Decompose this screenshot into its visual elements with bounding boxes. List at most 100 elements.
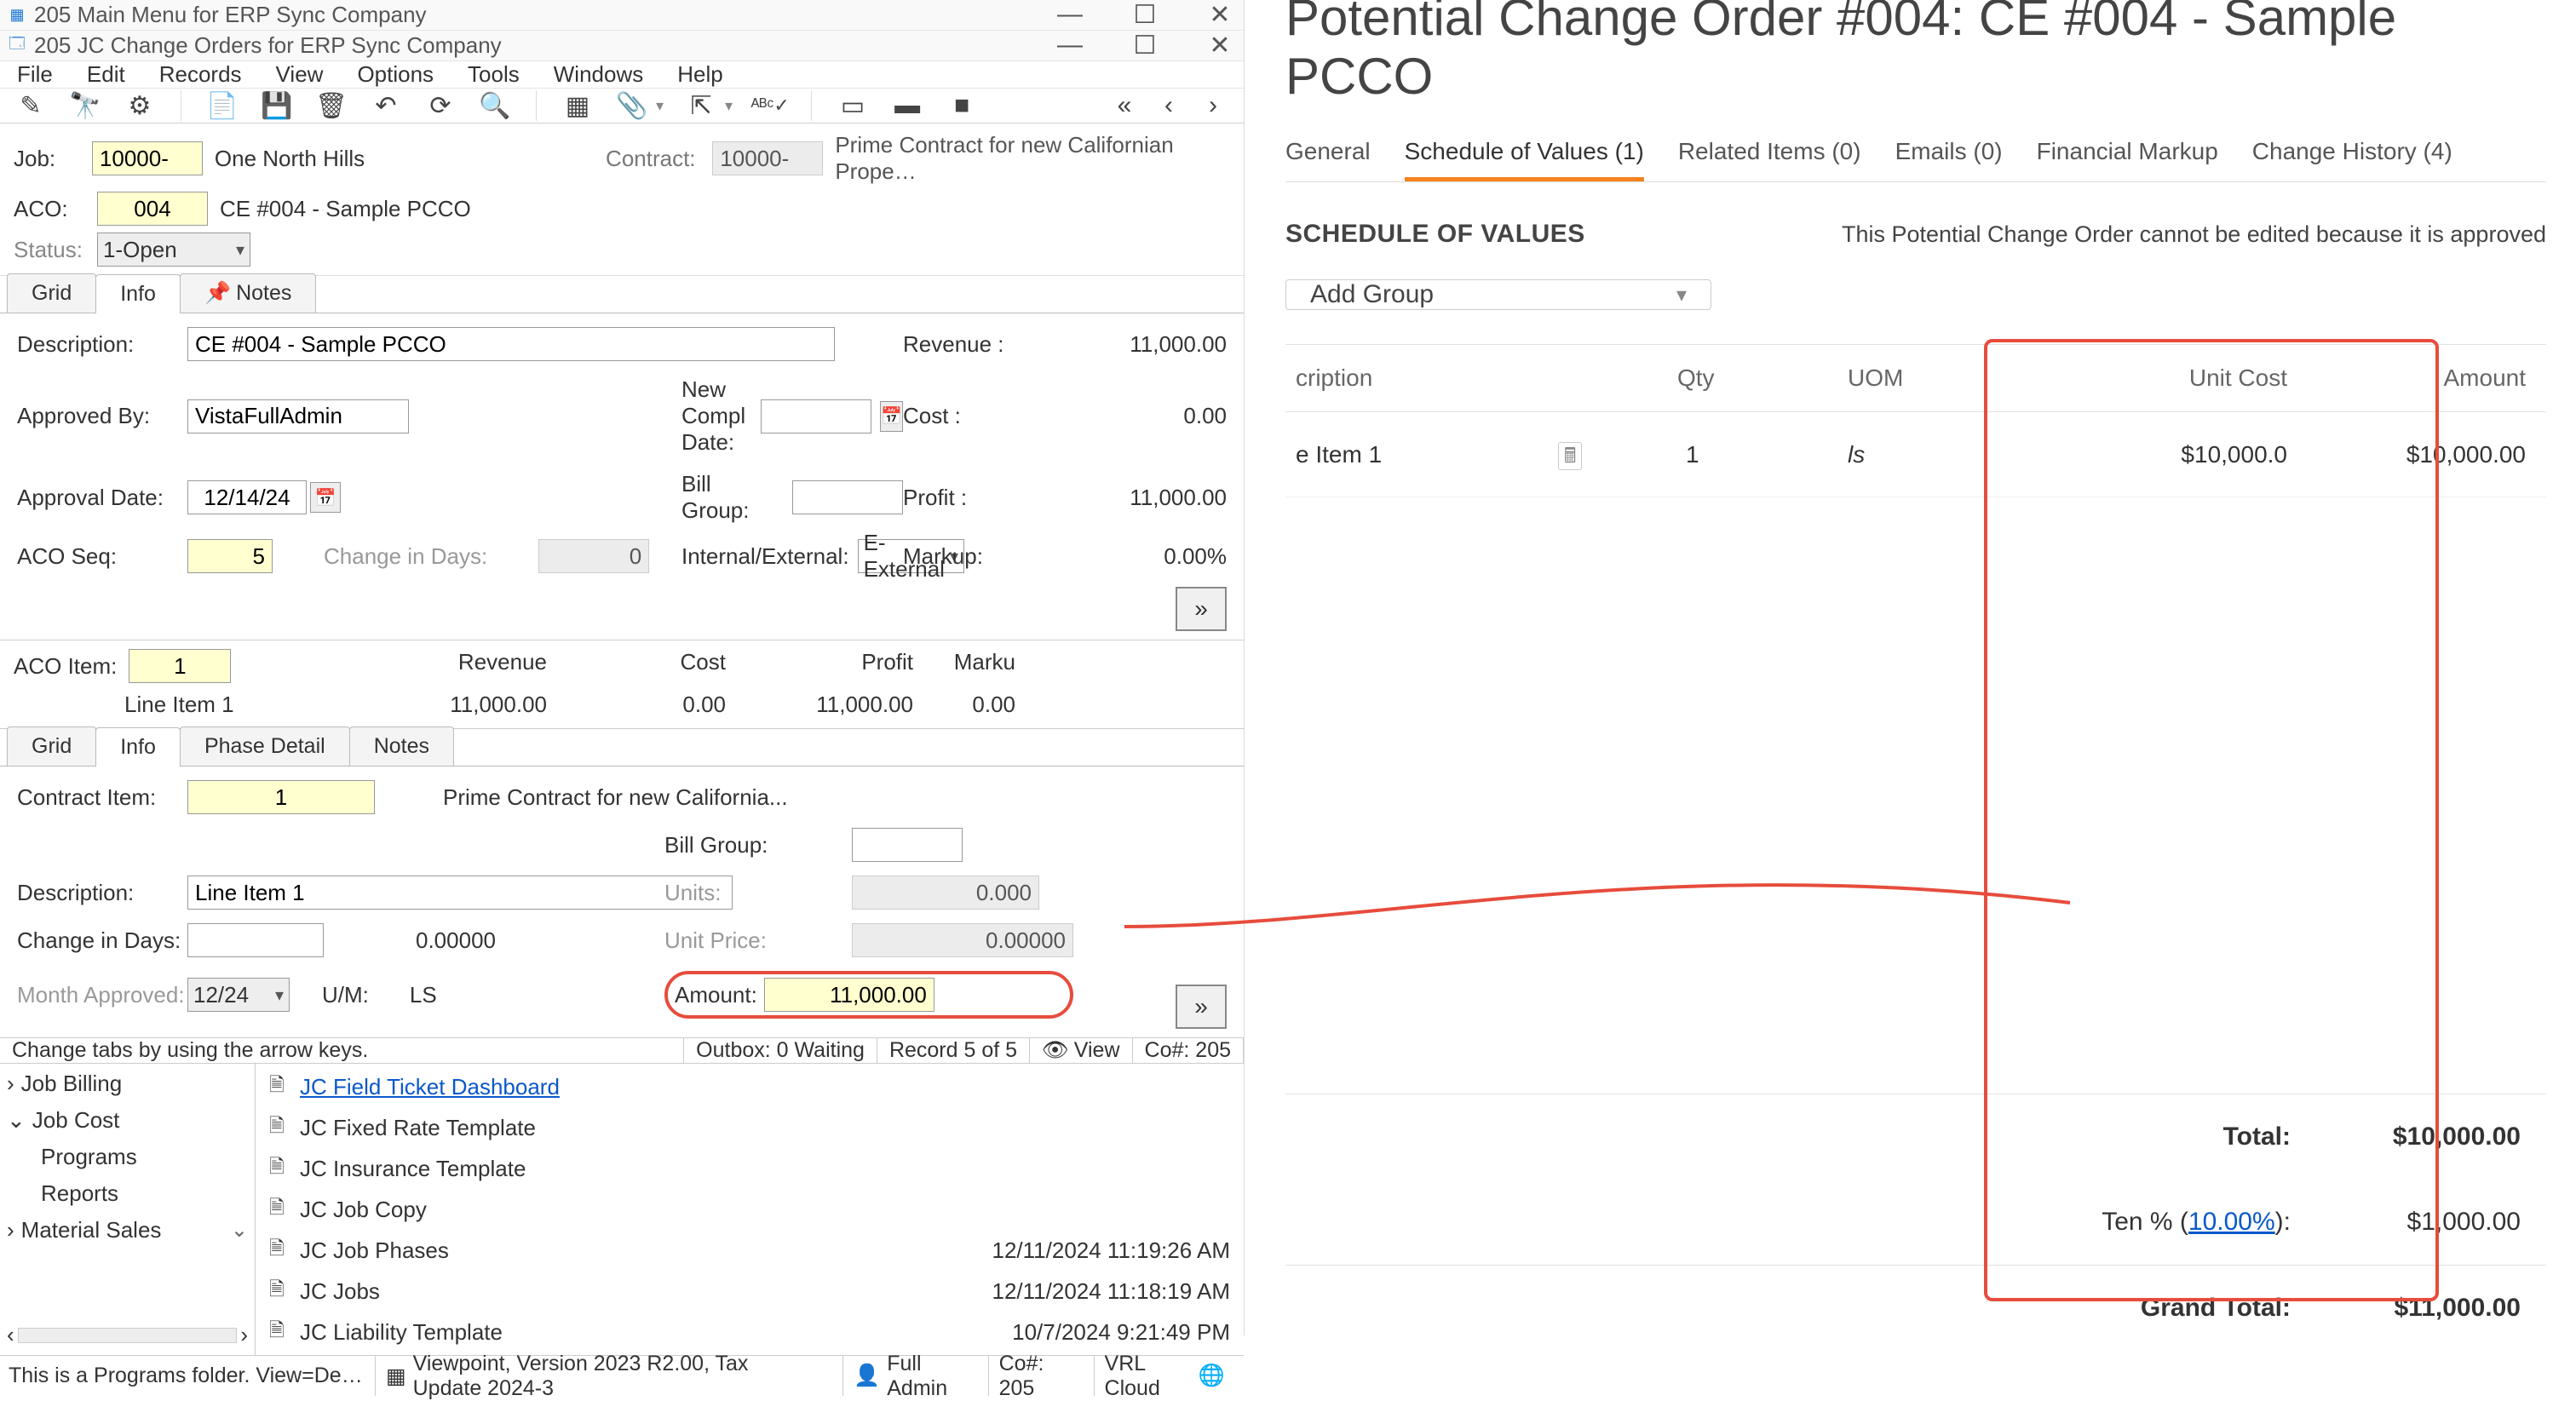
panel3-icon[interactable]: ■: [945, 89, 979, 123]
grid-icon[interactable]: ▦: [561, 89, 595, 123]
list-item[interactable]: 🗎JC Job Phases12/11/2024 11:19:26 AM: [269, 1234, 1230, 1266]
file-name: JC Jobs: [300, 1278, 380, 1305]
layout-drop-icon[interactable]: ▾: [725, 97, 733, 115]
new-icon[interactable]: 📄: [205, 89, 239, 123]
col-profit: Profit: [726, 649, 913, 683]
calendar-icon[interactable]: 📅: [880, 401, 903, 432]
attach-icon[interactable]: 📎: [615, 89, 649, 123]
sub-minimize-icon[interactable]: —: [1053, 31, 1087, 60]
attach-drop-icon[interactable]: ▾: [656, 97, 664, 115]
menu-view[interactable]: View: [276, 61, 324, 88]
sub-close-icon[interactable]: ✕: [1203, 31, 1237, 60]
spellcheck-icon[interactable]: ᴬᴮᶜ✓: [753, 89, 787, 123]
form-icon: 🗔: [7, 36, 27, 56]
tree-matsales[interactable]: ›Material Sales⌄: [7, 1217, 248, 1243]
appby-input[interactable]: [187, 399, 409, 434]
refresh-icon[interactable]: ⟳: [423, 89, 457, 123]
list-item[interactable]: 🗎JC Liability Template10/7/2024 9:21:49 …: [269, 1316, 1230, 1348]
list-item[interactable]: 🗎JC Job Copy: [269, 1193, 1230, 1226]
nav-next-icon[interactable]: ›: [1196, 89, 1230, 123]
web-tab[interactable]: Change History (4): [2252, 126, 2452, 181]
file-name: JC Fixed Rate Template: [300, 1115, 536, 1141]
web-tabs: General Schedule of Values (1) Related Ite…: [1285, 126, 2546, 182]
tree-jobbilling[interactable]: ›Job Billing: [7, 1071, 248, 1097]
total-value: $10,000.00: [2291, 1123, 2546, 1151]
tab-notes[interactable]: 📌Notes: [180, 273, 316, 313]
add-group-dropdown[interactable]: Add Group: [1285, 279, 1711, 310]
acoitem-input[interactable]: [129, 649, 231, 683]
menu-edit[interactable]: Edit: [87, 61, 125, 88]
desc-input[interactable]: [187, 327, 835, 361]
newcompl-input[interactable]: [761, 399, 871, 434]
close-icon[interactable]: ✕: [1203, 0, 1237, 30]
delete-icon[interactable]: 🗑: [314, 89, 348, 123]
menu-tools[interactable]: Tools: [468, 61, 520, 88]
web-tab[interactable]: Financial Markup: [2037, 126, 2218, 181]
tab2-notes[interactable]: Notes: [349, 726, 454, 766]
menu-windows[interactable]: Windows: [554, 61, 643, 88]
nav-first-icon[interactable]: «: [1107, 89, 1141, 123]
file-name: JC Job Copy: [300, 1197, 427, 1223]
cdesc-input[interactable]: [187, 876, 733, 910]
sov-row[interactable]: e Item 1 🖩 1 ls $10,000.0 $10,000.00: [1285, 412, 2546, 497]
job-input[interactable]: [92, 141, 203, 175]
menu-options[interactable]: Options: [357, 61, 434, 88]
tree-reports[interactable]: Reports: [7, 1180, 248, 1207]
tree-programs[interactable]: Programs: [7, 1144, 248, 1170]
binoculars-icon[interactable]: 🔭: [68, 89, 102, 123]
web-tab[interactable]: Schedule of Values (1): [1405, 126, 1644, 181]
edit-icon[interactable]: ✎: [14, 89, 48, 123]
citem-desc: Prime Contract for new California...: [443, 784, 1073, 811]
billgroup-input[interactable]: [792, 480, 903, 514]
tree-panel: ›Job Billing ⌄Job Cost Programs Reports …: [0, 1064, 256, 1355]
save-icon[interactable]: 💾: [260, 89, 294, 123]
sub-maximize-icon[interactable]: ☐: [1128, 31, 1162, 60]
aco-input[interactable]: [97, 192, 208, 226]
list-item[interactable]: 🗎JC Jobs12/11/2024 11:18:19 AM: [269, 1275, 1230, 1307]
cbill-input[interactable]: [852, 828, 963, 862]
web-tab[interactable]: Related Items (0): [1678, 126, 1861, 181]
cchg-val: 0.00000: [416, 927, 496, 954]
separator: [536, 90, 537, 121]
list-item[interactable]: 🗎JC Insurance Template: [269, 1152, 1230, 1185]
tab2-grid[interactable]: Grid: [7, 726, 96, 766]
appdate-input[interactable]: [187, 480, 307, 514]
panel2-icon[interactable]: ▬: [890, 89, 924, 123]
calculator-icon[interactable]: 🖩: [1558, 442, 1582, 470]
list-item[interactable]: 🗎JC Field Ticket Dashboard: [269, 1071, 1230, 1103]
tab-info[interactable]: Info: [95, 274, 181, 313]
grid-icon: ▦: [386, 1364, 406, 1389]
undo-icon[interactable]: ↶: [369, 89, 403, 123]
citem-input[interactable]: [187, 780, 375, 814]
nav-prev-icon[interactable]: ‹: [1152, 89, 1186, 123]
menu-file[interactable]: File: [17, 61, 53, 88]
layout-icon[interactable]: ⇱: [684, 89, 718, 123]
acoseq-label: ACO Seq:: [17, 543, 187, 570]
expand-button-2[interactable]: »: [1176, 985, 1227, 1029]
minimize-icon[interactable]: —: [1053, 0, 1087, 30]
panel1-icon[interactable]: ▭: [836, 89, 870, 123]
calendar-icon[interactable]: 📅: [310, 482, 341, 513]
status-select[interactable]: 1-Open: [97, 233, 250, 267]
file-icon: 🗎: [269, 1316, 293, 1348]
markup-value: $1,000.00: [2291, 1208, 2546, 1237]
gear-icon[interactable]: ⚙: [123, 89, 157, 123]
menu-records[interactable]: Records: [159, 61, 242, 88]
markup-pct-link[interactable]: 10.00%: [2188, 1208, 2275, 1236]
status-hint: Change tabs by using the arrow keys.: [0, 1038, 684, 1063]
col-unitcost: Unit Cost: [2069, 365, 2308, 392]
tab2-phase[interactable]: Phase Detail: [180, 726, 350, 766]
web-tab[interactable]: Emails (0): [1895, 126, 2003, 181]
maximize-icon[interactable]: ☐: [1128, 0, 1162, 30]
web-tab[interactable]: General: [1285, 126, 1371, 181]
expand-button[interactable]: »: [1176, 587, 1227, 631]
acoseq-input[interactable]: [187, 539, 273, 573]
tree-jobcost[interactable]: ⌄Job Cost: [7, 1107, 248, 1134]
menu-help[interactable]: Help: [677, 61, 722, 88]
tab-grid[interactable]: Grid: [7, 273, 96, 313]
search-icon[interactable]: 🔍: [478, 89, 512, 123]
tab2-info[interactable]: Info: [95, 727, 181, 767]
status-view[interactable]: 👁View: [1030, 1038, 1133, 1063]
cchg-input[interactable]: [187, 923, 324, 957]
list-item[interactable]: 🗎JC Fixed Rate Template: [269, 1111, 1230, 1144]
